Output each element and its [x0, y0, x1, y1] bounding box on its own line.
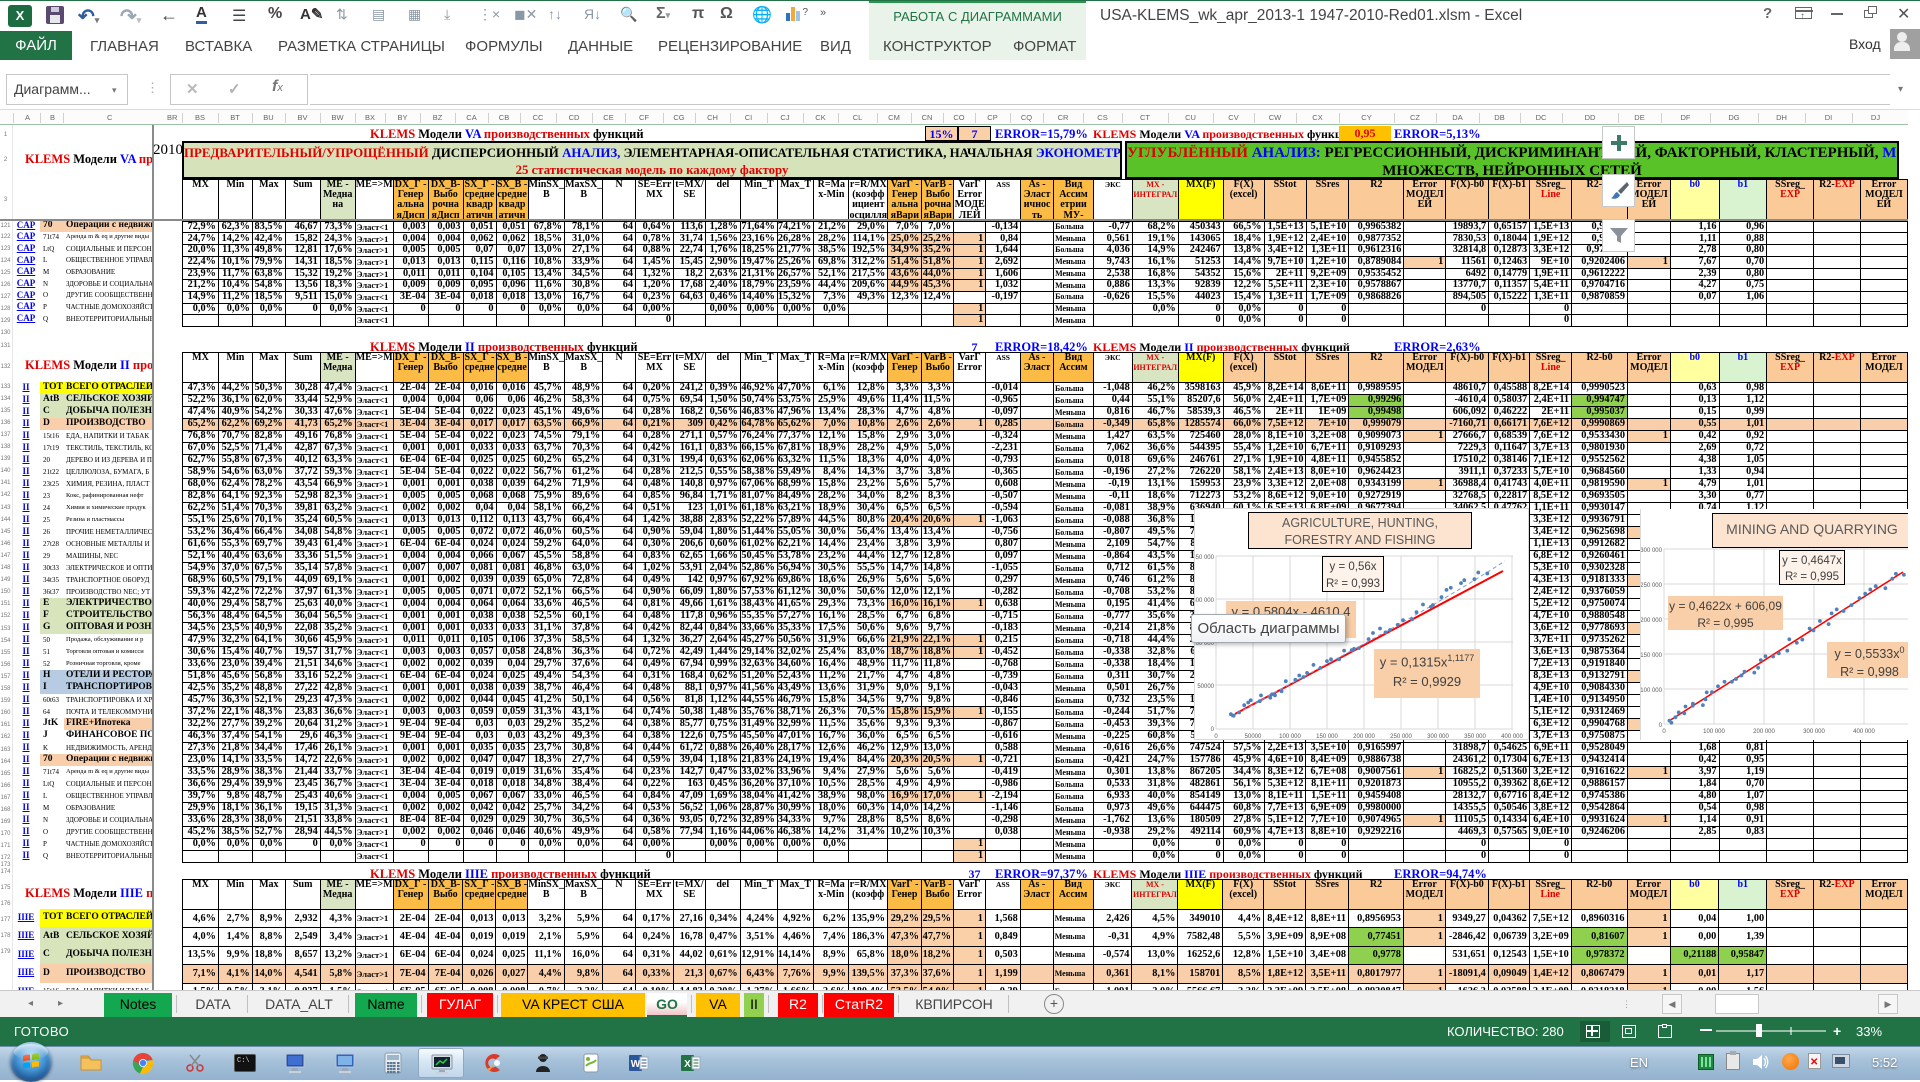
svg-text:250 000: 250 000	[1641, 583, 1663, 589]
svg-text:0: 0	[1662, 729, 1666, 735]
svg-text:350 000: 350 000	[1195, 555, 1215, 561]
svg-text:50000: 50000	[1197, 684, 1214, 690]
svg-text:350 000: 350 000	[1464, 734, 1486, 739]
svg-text:100 000: 100 000	[1279, 734, 1301, 739]
svg-text:300 000: 300 000	[1427, 734, 1449, 739]
svg-text:200 000: 200 000	[1641, 618, 1663, 624]
svg-text:100 000: 100 000	[1703, 729, 1725, 735]
svg-text:200 000: 200 000	[1353, 734, 1375, 739]
svg-text:100 000: 100 000	[1641, 688, 1663, 694]
svg-text:50000: 50000	[1245, 734, 1262, 739]
svg-text:250 000: 250 000	[1390, 734, 1412, 739]
svg-text:300 000: 300 000	[1641, 548, 1663, 554]
svg-text:W: W	[631, 1059, 641, 1070]
svg-text:0: 0	[1211, 727, 1215, 733]
svg-text:200 000: 200 000	[1753, 729, 1775, 735]
svg-text:X: X	[684, 1059, 691, 1070]
svg-text:150 000: 150 000	[1641, 653, 1663, 659]
svg-text:300 000: 300 000	[1803, 729, 1825, 735]
svg-text:300 000: 300 000	[1195, 598, 1215, 604]
svg-text:400 000: 400 000	[1853, 729, 1875, 735]
svg-text:150 000: 150 000	[1316, 734, 1338, 739]
svg-text:0: 0	[1214, 734, 1218, 739]
svg-text:400 000: 400 000	[1501, 734, 1523, 739]
